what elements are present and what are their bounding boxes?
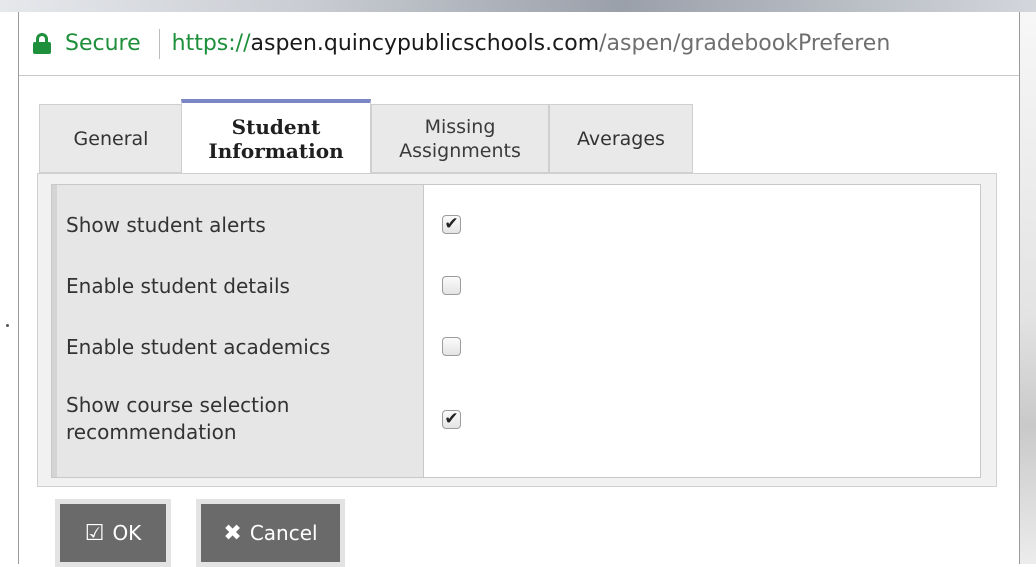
url-scheme: https:// (171, 31, 251, 56)
lock-icon (33, 32, 51, 55)
ok-button-label: OK (112, 521, 142, 545)
show-course-selection-recommendation-checkbox[interactable]: ✔ (442, 410, 461, 429)
tab-general[interactable]: General (39, 104, 183, 173)
tab-label: General (73, 127, 149, 150)
checkbox-check-icon: ☑ (84, 520, 105, 546)
enable-student-details-checkbox[interactable] (442, 276, 461, 295)
enable-student-academics-label: Enable student academics (66, 335, 331, 359)
tab-label: Student Information (208, 115, 344, 163)
tab-panel: Show student alerts Enable student detai… (37, 173, 997, 487)
ok-button[interactable]: ☑ OK (55, 499, 171, 567)
url-path: /aspen/gradebookPreferen (599, 31, 891, 56)
url-host: aspen.quincypublicschools.com (250, 31, 600, 56)
enable-student-academics-checkbox[interactable] (442, 337, 461, 356)
enable-student-details-label: Enable student details (66, 274, 290, 298)
tab-label: Averages (577, 127, 665, 150)
preferences-table: Show student alerts Enable student detai… (51, 184, 981, 478)
show-student-alerts-label: Show student alerts (66, 213, 266, 237)
label-column: Show student alerts Enable student detai… (52, 185, 424, 477)
cancel-button-label: Cancel (249, 521, 318, 545)
tab-label: Missing Assignments (399, 115, 521, 162)
gradebook-preferences-dialog: General Missing Assignments Averages Stu… (37, 87, 997, 487)
browser-popup-window: Secure https:// aspen.quincypublicschool… (18, 12, 1020, 567)
tab-bar: General Missing Assignments Averages Stu… (37, 87, 997, 175)
background-mark (6, 324, 9, 327)
background-strip (0, 0, 1036, 12)
close-x-icon: ✖ (223, 520, 242, 546)
background-edge (1020, 12, 1036, 564)
secure-label: Secure (65, 31, 141, 56)
tab-student-information[interactable]: Student Information (181, 99, 371, 175)
show-course-selection-recommendation-label: Show course selection recommendation (66, 393, 290, 444)
tab-averages[interactable]: Averages (549, 104, 693, 173)
address-separator (158, 28, 160, 59)
show-student-alerts-checkbox[interactable]: ✔ (442, 215, 461, 234)
cancel-button[interactable]: ✖ Cancel (196, 499, 345, 567)
address-bar[interactable]: Secure https:// aspen.quincypublicschool… (19, 12, 1019, 76)
value-column: ✔ ✔ (424, 185, 980, 477)
tab-missing-assignments[interactable]: Missing Assignments (371, 104, 549, 173)
